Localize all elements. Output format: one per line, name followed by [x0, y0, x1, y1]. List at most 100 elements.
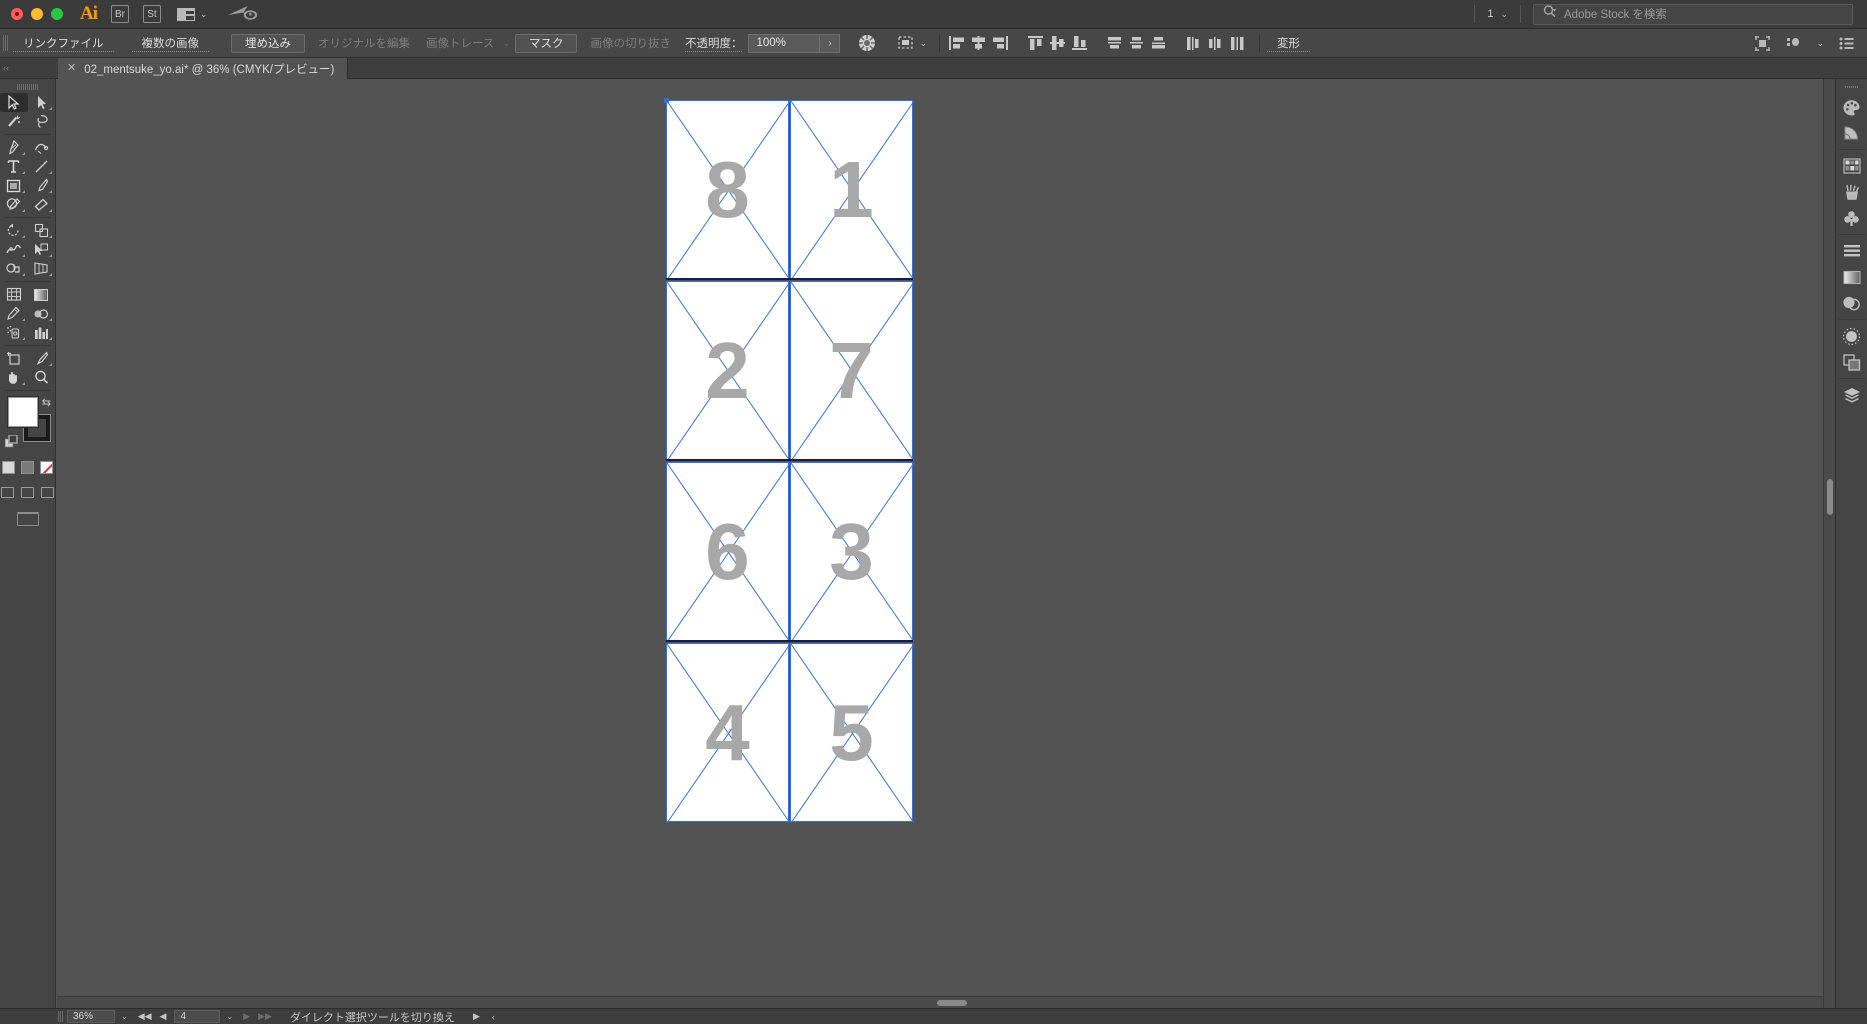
artwork-panel[interactable]: 3 [790, 462, 914, 642]
status-collapse-button[interactable]: ‹ [484, 1012, 499, 1022]
color-guide-icon[interactable] [1839, 120, 1865, 146]
shaper-tool[interactable] [0, 195, 28, 214]
maximize-window-button[interactable] [51, 8, 63, 20]
shape-builder-tool[interactable] [0, 259, 28, 278]
distribute-vertical-center-icon[interactable] [1127, 34, 1146, 52]
color-mode-button[interactable] [2, 461, 15, 474]
distribute-bottom-icon[interactable] [1149, 34, 1168, 52]
horizontal-scrollbar[interactable] [57, 996, 1823, 1008]
change-screen-mode-button[interactable] [16, 512, 39, 526]
width-tool[interactable] [0, 240, 28, 259]
gradient-icon[interactable] [1839, 264, 1865, 290]
blend-tool[interactable] [28, 304, 56, 323]
rotate-tool[interactable] [0, 221, 28, 240]
artwork-panel[interactable]: 2 [666, 281, 790, 461]
none-mode-button[interactable] [40, 461, 53, 474]
symbols-icon[interactable] [1839, 205, 1865, 231]
free-transform-tool[interactable] [28, 240, 56, 259]
select-similar-icon[interactable] [898, 35, 916, 51]
color-palette-icon[interactable] [1839, 94, 1865, 120]
bridge-button[interactable]: Br [111, 5, 129, 23]
eyedropper-tool[interactable] [0, 304, 28, 323]
align-vertical-center-icon[interactable] [1048, 34, 1067, 52]
drawing-mode-normal-icon[interactable] [1, 487, 14, 498]
default-fill-stroke-icon[interactable] [4, 434, 18, 448]
artwork-panel[interactable]: 5 [790, 643, 914, 823]
zoom-level-input[interactable]: 36% [67, 1010, 115, 1023]
distribute-left-icon[interactable] [1184, 34, 1203, 52]
align-bottom-icon[interactable] [1070, 34, 1089, 52]
paintbrush-tool[interactable] [28, 176, 56, 195]
scale-tool[interactable] [28, 221, 56, 240]
arrange-object-chevron-icon[interactable]: ⌄ [1816, 38, 1824, 49]
artwork-panel[interactable]: 1 [790, 100, 914, 280]
artboards-icon[interactable] [1839, 349, 1865, 375]
opacity-stepper[interactable]: › [820, 33, 841, 53]
artwork-panel[interactable]: 7 [790, 281, 914, 461]
tab-bar-grip[interactable]: ‹‹ [3, 62, 13, 74]
mesh-tool[interactable] [0, 285, 28, 304]
fill-swatch[interactable] [8, 397, 38, 427]
previous-artboard-button[interactable]: ◀ [156, 1011, 171, 1022]
brushes-icon[interactable] [1839, 179, 1865, 205]
align-to-selection-icon[interactable] [1754, 35, 1771, 52]
appearance-icon[interactable] [1839, 323, 1865, 349]
document-tab[interactable]: ✕ 02_mentsuke_yo.ai* @ 36% (CMYK/プレビュー) [58, 58, 349, 79]
swap-fill-stroke-icon[interactable]: ⇆ [42, 396, 51, 409]
status-expand-button[interactable]: ▶ [469, 1011, 484, 1022]
canvas-area[interactable]: 81 27 63 45 [57, 79, 1835, 1008]
artwork-panel[interactable]: 8 [666, 100, 790, 280]
distribute-horizontal-center-icon[interactable] [1206, 34, 1225, 52]
select-similar-chevron-icon[interactable]: ⌄ [919, 38, 927, 49]
arrange-object-icon[interactable] [1785, 35, 1802, 52]
first-artboard-button[interactable]: ◀◀ [134, 1011, 156, 1022]
artwork-panel[interactable]: 4 [666, 643, 790, 823]
drawing-mode-inside-icon[interactable] [41, 487, 54, 498]
hand-tool[interactable] [0, 368, 28, 387]
artboard-number-input[interactable]: 4 [174, 1010, 221, 1023]
embed-button[interactable]: 埋め込み [231, 33, 305, 53]
vertical-scrollbar-thumb[interactable] [1827, 479, 1833, 515]
artwork-panel[interactable]: 6 [666, 462, 790, 642]
document-count-chevron-icon[interactable]: ⌄ [1500, 9, 1508, 20]
perspective-grid-tool[interactable] [28, 259, 56, 278]
align-panel-icon[interactable] [1839, 238, 1865, 264]
artboard-tool[interactable] [0, 349, 28, 368]
eraser-tool[interactable] [28, 195, 56, 214]
slice-tool[interactable] [28, 349, 56, 368]
zoom-tool[interactable] [28, 368, 56, 387]
arrange-documents-button[interactable]: ⌄ [177, 7, 208, 21]
magic-wand-tool[interactable] [0, 112, 28, 131]
transparency-icon[interactable] [1839, 290, 1865, 316]
pen-tool[interactable] [0, 138, 28, 157]
curvature-tool[interactable] [28, 138, 56, 157]
line-segment-tool[interactable] [28, 157, 56, 176]
lasso-tool[interactable] [28, 112, 56, 131]
close-icon[interactable]: ✕ [67, 63, 76, 74]
align-top-icon[interactable] [1026, 34, 1045, 52]
column-graph-tool[interactable] [28, 323, 56, 342]
rectangle-tool[interactable] [0, 176, 28, 195]
distribute-right-icon[interactable] [1228, 34, 1247, 52]
zoom-level-chevron-icon[interactable]: ⌄ [115, 1012, 134, 1021]
gradient-mode-button[interactable] [21, 461, 34, 474]
stock-button[interactable]: St [143, 5, 161, 23]
tools-panel-grip[interactable] [16, 81, 39, 91]
cloud-sync-icon[interactable] [225, 4, 259, 25]
selection-anchor-point[interactable] [664, 98, 669, 103]
align-horizontal-center-icon[interactable] [969, 34, 988, 52]
stock-search-input[interactable]: Adobe Stock を検索 [1533, 3, 1853, 25]
opacity-mask-icon[interactable] [858, 34, 876, 52]
align-left-icon[interactable] [947, 34, 966, 52]
artwork-group[interactable]: 81 27 63 45 [664, 98, 914, 828]
status-bar-grip[interactable] [58, 1011, 63, 1022]
symbol-sprayer-tool[interactable] [0, 323, 28, 342]
vertical-scrollbar[interactable] [1823, 79, 1835, 1008]
swatches-icon[interactable] [1839, 153, 1865, 179]
artboard-number-chevron-icon[interactable]: ⌄ [220, 1012, 239, 1021]
transform-label[interactable]: 変形 [1267, 35, 1311, 52]
gradient-tool[interactable] [28, 285, 56, 304]
distribute-top-icon[interactable] [1105, 34, 1124, 52]
minimize-window-button[interactable] [31, 8, 43, 20]
type-tool[interactable] [0, 157, 28, 176]
